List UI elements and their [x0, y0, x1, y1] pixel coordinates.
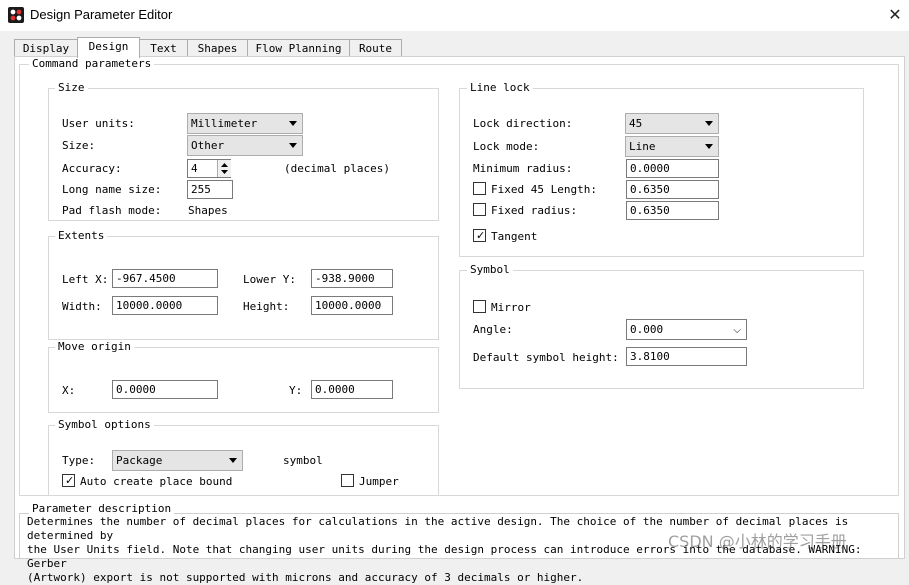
- lock-direction-dropdown[interactable]: 45: [625, 113, 719, 134]
- symbol-group-label: Symbol: [467, 263, 513, 276]
- close-icon[interactable]: ✕: [884, 5, 906, 27]
- dropdown-arrow-icon: [705, 144, 713, 149]
- height-input[interactable]: 10000.0000: [311, 296, 393, 315]
- auto-create-place-bound-checkbox[interactable]: ✓: [62, 474, 75, 487]
- auto-create-place-bound-label: Auto create place bound: [80, 475, 233, 488]
- extents-group: [48, 236, 439, 340]
- fixed-45-length-checkbox[interactable]: [473, 182, 486, 195]
- minimum-radius-input[interactable]: 0.0000: [626, 159, 719, 178]
- user-units-dropdown[interactable]: Millimeter: [187, 113, 303, 134]
- angle-label: Angle:: [473, 323, 513, 336]
- app-logo-icon: [8, 7, 24, 23]
- origin-y-label: Y:: [289, 384, 303, 397]
- line-lock-group-label: Line lock: [467, 81, 533, 94]
- symbol-options-group-label: Symbol options: [55, 418, 154, 431]
- default-symbol-height-input[interactable]: 3.8100: [626, 347, 747, 366]
- angle-dropdown[interactable]: 0.000 ⌵: [626, 319, 747, 340]
- width-input[interactable]: 10000.0000: [112, 296, 218, 315]
- dropdown-arrow-icon: [705, 121, 713, 126]
- parameter-description-label: Parameter description: [29, 502, 175, 515]
- width-label: Width:: [62, 300, 102, 313]
- watermark: CSDN @小林的学习手册: [668, 532, 847, 551]
- type-label: Type:: [62, 454, 96, 467]
- dropdown-arrow-icon: [289, 121, 297, 126]
- lock-direction-value: 45: [629, 117, 643, 130]
- command-parameters-label: Command parameters: [29, 57, 155, 70]
- accuracy-spin-buttons[interactable]: [217, 160, 231, 177]
- window-title: Design Parameter Editor: [30, 7, 173, 22]
- jumper-label: Jumper: [359, 475, 399, 488]
- extents-group-label: Extents: [55, 229, 108, 242]
- tab-route[interactable]: Route: [349, 39, 402, 57]
- lower-y-input[interactable]: -938.9000: [311, 269, 393, 288]
- dropdown-arrow-icon: [289, 143, 297, 148]
- accuracy-value: 4: [191, 162, 198, 175]
- long-name-size-label: Long name size:: [62, 183, 162, 196]
- tab-flow-planning[interactable]: Flow Planning: [247, 39, 350, 57]
- size-dropdown[interactable]: Other: [187, 135, 303, 156]
- lock-mode-label: Lock mode:: [473, 140, 540, 153]
- lock-mode-dropdown[interactable]: Line: [625, 136, 719, 157]
- spin-arrows-icon: [221, 163, 228, 174]
- left-x-input[interactable]: -967.4500: [112, 269, 218, 288]
- fixed-radius-label: Fixed radius:: [491, 204, 578, 217]
- jumper-checkbox[interactable]: [341, 474, 354, 487]
- angle-value: 0.000: [630, 323, 664, 336]
- long-name-size-input[interactable]: 255: [187, 180, 233, 199]
- minimum-radius-label: Minimum radius:: [473, 162, 573, 175]
- tangent-checkbox[interactable]: ✓: [473, 229, 486, 242]
- fixed-45-length-input[interactable]: 0.6350: [626, 180, 719, 199]
- user-units-label: User units:: [62, 117, 135, 130]
- accuracy-label: Accuracy:: [62, 162, 122, 175]
- tab-text[interactable]: Text: [139, 39, 188, 57]
- tab-shapes[interactable]: Shapes: [187, 39, 248, 57]
- pad-flash-mode-label: Pad flash mode:: [62, 204, 162, 217]
- accuracy-unit: (decimal places): [284, 162, 390, 175]
- origin-y-input[interactable]: 0.0000: [311, 380, 393, 399]
- chevron-down-icon: ⌵: [733, 325, 741, 336]
- move-origin-group-label: Move origin: [55, 340, 134, 353]
- tab-design[interactable]: Design: [77, 37, 140, 58]
- dropdown-arrow-icon: [229, 458, 237, 463]
- origin-x-input[interactable]: 0.0000: [112, 380, 218, 399]
- user-units-value: Millimeter: [191, 117, 258, 130]
- fixed-radius-input[interactable]: 0.6350: [626, 201, 719, 220]
- lock-mode-value: Line: [629, 140, 656, 153]
- tab-display[interactable]: Display: [14, 39, 78, 57]
- checkmark-icon: ✓: [476, 229, 486, 242]
- pad-flash-mode-value: Shapes: [188, 204, 228, 217]
- tangent-label: Tangent: [491, 230, 538, 243]
- type-dropdown[interactable]: Package: [112, 450, 243, 471]
- fixed-radius-checkbox[interactable]: [473, 203, 486, 216]
- fixed-45-length-label: Fixed 45 Length:: [491, 183, 597, 196]
- origin-x-label: X:: [62, 384, 76, 397]
- size-value: Other: [191, 139, 225, 152]
- left-x-label: Left X:: [62, 273, 109, 286]
- size-group-label: Size: [55, 81, 88, 94]
- lower-y-label: Lower Y:: [243, 273, 296, 286]
- mirror-checkbox[interactable]: [473, 300, 486, 313]
- mirror-label: Mirror: [491, 301, 531, 314]
- lock-direction-label: Lock direction:: [473, 117, 573, 130]
- size-label: Size:: [62, 139, 96, 152]
- height-label: Height:: [243, 300, 290, 313]
- default-symbol-height-label: Default symbol height:: [473, 351, 619, 364]
- type-suffix: symbol: [283, 454, 323, 467]
- checkmark-icon: ✓: [65, 474, 75, 487]
- type-value: Package: [116, 454, 163, 467]
